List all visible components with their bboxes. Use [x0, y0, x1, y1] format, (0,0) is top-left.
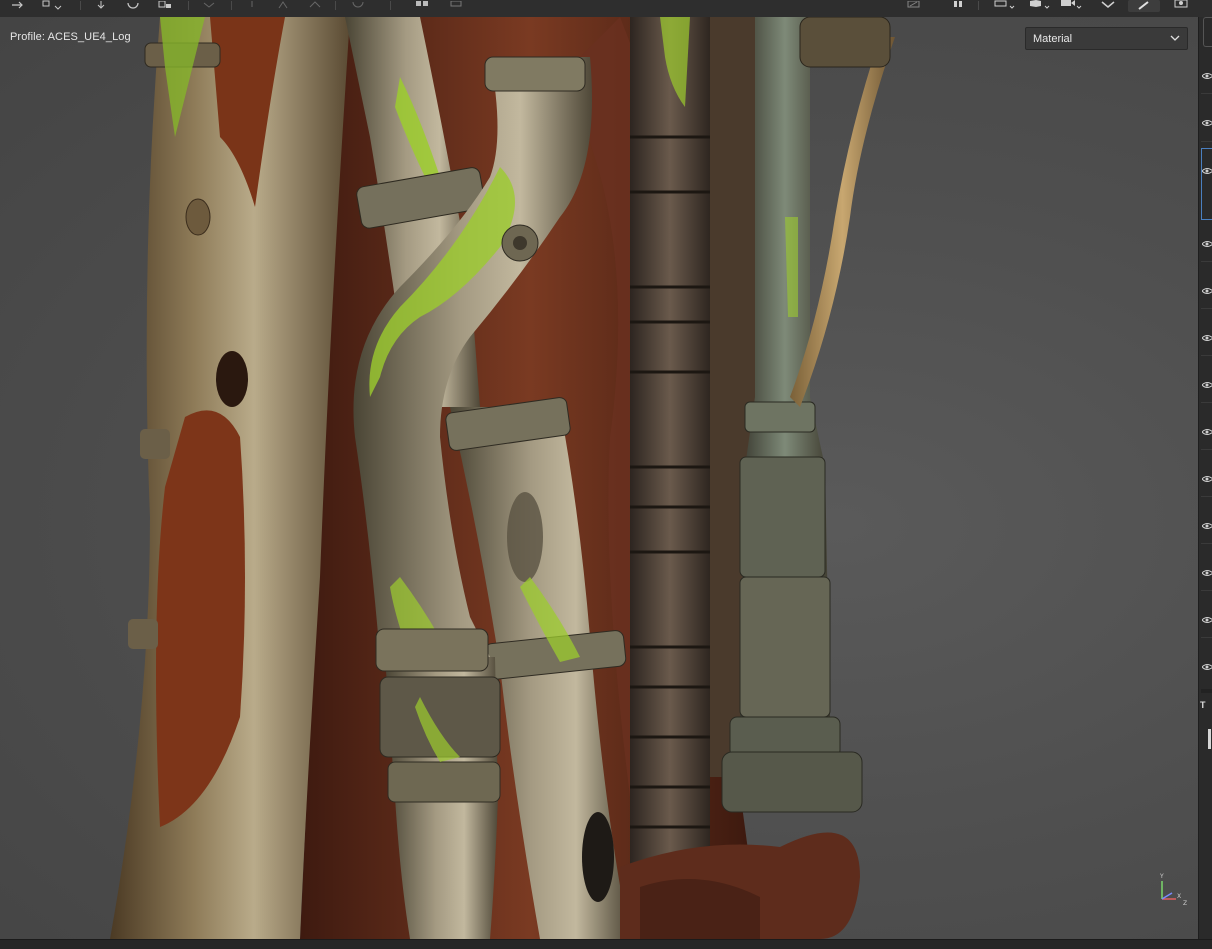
segmented-pipe	[630, 17, 710, 867]
panel-header-frame	[1203, 17, 1212, 47]
layer-divider	[1201, 261, 1212, 262]
rotate-icon[interactable]	[125, 0, 141, 10]
base-collar	[721, 751, 863, 813]
scale-icon[interactable]	[156, 0, 174, 10]
visibility-eye-icon[interactable]	[1201, 163, 1212, 174]
clamp-ring	[484, 56, 586, 92]
color-profile-label: Profile: ACES_UE4_Log	[10, 31, 131, 43]
layer-divider	[1201, 543, 1212, 544]
layer-divider	[1201, 449, 1212, 450]
tool-icon-6[interactable]	[448, 0, 466, 10]
viewport-toolbar	[0, 0, 1212, 18]
visibility-eye-icon[interactable]	[1201, 612, 1212, 623]
clamp-ring	[729, 716, 841, 758]
select-icon[interactable]	[40, 0, 64, 10]
mesh-render[interactable]	[0, 17, 1198, 939]
screenshot-icon[interactable]	[1170, 0, 1192, 10]
frame-icon[interactable]	[905, 0, 923, 10]
bark-patch	[507, 492, 543, 582]
clamp-ring	[128, 619, 158, 649]
axis-y-label: Y	[1159, 873, 1164, 880]
visibility-eye-icon[interactable]	[1201, 115, 1212, 126]
layer-divider	[1201, 355, 1212, 356]
clamp-ring	[140, 429, 170, 459]
tool-icon-5[interactable]	[414, 0, 432, 10]
input-caret[interactable]	[1208, 729, 1211, 749]
paint-brush-icon[interactable]	[1128, 0, 1160, 12]
visibility-eye-icon[interactable]	[1201, 283, 1212, 294]
tool-icon-2[interactable]	[276, 0, 290, 10]
axis-gizmo: Y X Z	[1152, 869, 1192, 914]
3d-viewport[interactable]: Profile: ACES_UE4_Log Material Y X Z	[0, 17, 1198, 939]
visibility-eye-icon[interactable]	[1201, 68, 1212, 79]
clamp-ring	[375, 628, 489, 672]
panel-section-label: T	[1200, 700, 1206, 710]
knot-hole	[216, 351, 248, 407]
tool-icon[interactable]	[245, 0, 259, 10]
knot-hole	[582, 812, 614, 902]
pause-icon[interactable]	[950, 0, 966, 10]
visibility-eye-icon[interactable]	[1201, 330, 1212, 341]
cube-icon[interactable]	[1026, 0, 1054, 10]
bake-icon[interactable]	[1098, 0, 1118, 10]
coupler	[739, 576, 831, 718]
layer-divider	[1201, 93, 1212, 94]
channel-dropdown-value: Material	[1033, 32, 1073, 45]
panel-divider	[1201, 689, 1212, 693]
layer-divider	[1201, 496, 1212, 497]
axis-x-label: X	[1177, 893, 1181, 900]
move-icon[interactable]	[94, 0, 108, 10]
transform-icon[interactable]	[10, 0, 26, 10]
layer-divider	[1201, 141, 1212, 142]
symmetry-icon[interactable]	[200, 0, 218, 10]
tool-icon-4[interactable]	[350, 0, 366, 10]
visibility-eye-icon[interactable]	[1201, 424, 1212, 435]
chevron-down-icon	[1170, 33, 1180, 46]
layer-divider	[1201, 308, 1212, 309]
cable-mount	[799, 17, 891, 68]
camera-icon[interactable]	[992, 0, 1018, 10]
axis-z-label: Z	[1183, 900, 1187, 907]
visibility-eye-icon[interactable]	[1201, 659, 1212, 670]
layer-divider	[1201, 402, 1212, 403]
layers-panel: T	[1198, 17, 1212, 939]
visibility-eye-icon[interactable]	[1201, 518, 1212, 529]
coupler	[739, 456, 826, 578]
clamp-ring	[387, 761, 501, 803]
knot	[185, 198, 211, 236]
visibility-eye-icon[interactable]	[1201, 377, 1212, 388]
visibility-eye-icon[interactable]	[1201, 565, 1212, 576]
channel-dropdown[interactable]: Material	[1025, 27, 1188, 50]
video-icon[interactable]	[1058, 0, 1086, 10]
visibility-eye-icon[interactable]	[1201, 236, 1212, 247]
bolt-center	[513, 236, 527, 250]
layer-divider	[1201, 637, 1212, 638]
clamp-ring	[744, 401, 816, 433]
selected-layer-highlight	[1201, 148, 1212, 220]
layer-divider	[1201, 590, 1212, 591]
visibility-eye-icon[interactable]	[1201, 471, 1212, 482]
tool-icon-3[interactable]	[307, 0, 323, 10]
